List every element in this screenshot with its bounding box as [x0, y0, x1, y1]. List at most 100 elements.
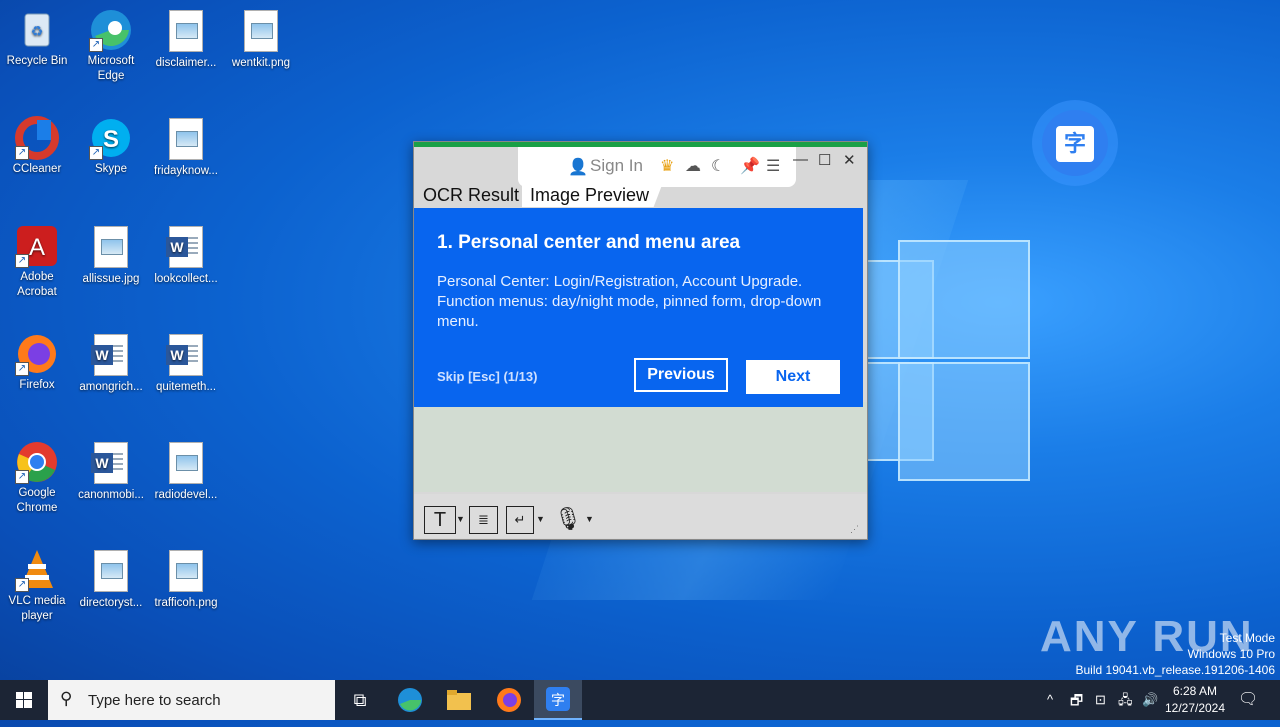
desktop-icon-adobe-acrobat[interactable]: A ↗ Adobe Acrobat — [1, 224, 73, 300]
desktop-icon-label: VLC media player — [8, 595, 66, 622]
skype-icon: S ↗ — [89, 116, 133, 160]
desktop-icon-recycle-bin[interactable]: ♻ Recycle Bin — [1, 8, 73, 69]
desktop-icon-label: trafficoh.png — [154, 597, 218, 609]
minimize-button[interactable]: — — [793, 151, 808, 168]
svg-text:A: A — [29, 234, 45, 261]
tab-bar: OCR Result Image Preview — [414, 185, 867, 207]
taskbar-clock[interactable]: 6:28 AM 12/27/2024 — [1160, 683, 1230, 717]
firefox-icon: ↗ — [15, 332, 59, 376]
desktop-icon-label: quitemeth... — [155, 381, 217, 393]
desktop-icon-label: Microsoft Edge — [87, 55, 135, 82]
desktop-icon-vlc[interactable]: ↗ VLC media player — [1, 548, 73, 624]
desktop-icon-label: allissue.jpg — [82, 273, 140, 285]
desktop-icon-google-chrome[interactable]: ↗ Google Chrome — [1, 440, 73, 516]
image-file-icon — [164, 442, 208, 486]
desktop-icon-label: canonmobi... — [78, 489, 144, 501]
desktop-icon-canonmobi[interactable]: W canonmobi... — [75, 440, 147, 503]
watermark-line: Build 19041.vb_release.191206-1406 — [1075, 663, 1276, 677]
image-file-icon — [164, 10, 208, 54]
night-mode-icon[interactable]: ☾ — [711, 156, 725, 176]
volume-icon[interactable]: 🔊 — [1142, 680, 1158, 720]
desktop-icon-label: Firefox — [19, 379, 55, 391]
desktop-icon-trafficoh[interactable]: trafficoh.png — [150, 548, 222, 611]
taskbar-firefox-icon[interactable] — [485, 680, 533, 720]
desktop-icon-allissue[interactable]: allissue.jpg — [75, 224, 147, 287]
crown-upgrade-icon[interactable]: ♛ — [660, 156, 674, 176]
image-file-icon — [89, 550, 133, 594]
taskbar-search-box[interactable]: ⚲ Type here to search — [48, 680, 335, 720]
desktop-icon-label: wentkit.png — [231, 57, 291, 69]
image-file-icon — [239, 10, 283, 54]
desktop-icon-quitemeth[interactable]: W quitemeth... — [150, 332, 222, 395]
desktop-icon-disclaimer[interactable]: disclaimer... — [150, 8, 222, 71]
desktop-icon-ccleaner[interactable]: ↗ CCleaner — [1, 116, 73, 177]
svg-text:字: 字 — [551, 693, 565, 709]
translate-icon: 字 — [1042, 110, 1108, 176]
windows-wallpaper-logo — [860, 240, 1030, 481]
show-hidden-icons-chevron-icon[interactable]: ^ — [1047, 680, 1053, 720]
next-button[interactable]: Next — [746, 360, 840, 394]
taskbar-file-explorer-icon[interactable] — [435, 680, 483, 720]
desktop-icon-label: lookcollect... — [154, 273, 218, 285]
clock-date: 12/27/2024 — [1164, 701, 1226, 715]
ocr-result-area[interactable] — [414, 402, 867, 492]
tray-translator-icon[interactable]: 🗗 — [1070, 680, 1083, 720]
desktop-icon-firefox[interactable]: ↗ Firefox — [1, 332, 73, 393]
windows-start-icon — [16, 692, 32, 708]
windows-test-mode-watermark: Test Mode Windows 10 Pro Build 19041.vb_… — [1076, 630, 1276, 678]
svg-text:♻: ♻ — [31, 23, 44, 39]
sign-in-link[interactable]: Sign In — [590, 156, 643, 176]
desktop-icon-label: Google Chrome — [16, 487, 58, 514]
ocr-app-window: 👤 Sign In ♛ ☁ ☾ 📌 ☰ — ☐ ✕ OCR Result Ima… — [413, 141, 868, 540]
weather-icon[interactable]: ☁ — [685, 156, 701, 176]
desktop-icon-label: Adobe Acrobat — [17, 271, 57, 298]
task-view-icon[interactable]: ⧉ — [336, 680, 384, 720]
svg-text:S: S — [103, 126, 119, 153]
microphone-icon[interactable]: 🎙 — [554, 506, 582, 532]
wrap-text-icon[interactable]: ↵ — [506, 506, 534, 534]
tab-ocr-result[interactable]: OCR Result — [423, 185, 519, 206]
acrobat-icon: A ↗ — [15, 224, 59, 268]
taskbar: ⚲ Type here to search ⧉ 字 ^ 🗗 ⊡ 🖧 🔊 6:28… — [0, 680, 1280, 720]
skip-tour-link[interactable]: Skip [Esc] (1/13) — [437, 369, 537, 384]
image-file-icon — [164, 118, 208, 162]
menu-icon[interactable]: ☰ — [766, 156, 780, 176]
desktop-icon-microsoft-edge[interactable]: ↗ Microsoft Edge — [75, 8, 147, 84]
watermark-line: Windows 10 Pro — [1187, 647, 1275, 661]
tab-image-preview[interactable]: Image Preview — [530, 185, 649, 206]
resize-grip-icon[interactable]: ⋰ — [850, 524, 859, 535]
desktop-icon-amongrich[interactable]: W amongrich... — [75, 332, 147, 395]
dropdown-arrow-icon[interactable]: ▼ — [456, 514, 465, 524]
previous-button[interactable]: Previous — [634, 358, 728, 392]
dropdown-arrow-icon[interactable]: ▼ — [585, 514, 594, 524]
image-file-icon — [164, 550, 208, 594]
tour-title: 1. Personal center and menu area — [437, 232, 741, 253]
close-button[interactable]: ✕ — [843, 151, 856, 169]
desktop-icon-label: directoryst... — [79, 597, 143, 609]
pin-icon[interactable]: 📌 — [740, 156, 760, 176]
onboarding-tour-popup: 1. Personal center and menu area Persona… — [414, 208, 863, 407]
network-icon[interactable]: 🖧 — [1118, 680, 1133, 720]
word-file-icon: W — [164, 226, 208, 270]
dropdown-arrow-icon[interactable]: ▼ — [536, 514, 545, 524]
desktop-icon-radiodevel[interactable]: radiodevel... — [150, 440, 222, 503]
notifications-icon[interactable]: 🗨 — [1238, 680, 1258, 720]
desktop-icon-skype[interactable]: S ↗ Skype — [75, 116, 147, 177]
desktop-icon-wentkit[interactable]: wentkit.png — [225, 8, 297, 71]
desktop-icon-directoryst[interactable]: directoryst... — [75, 548, 147, 611]
start-button[interactable] — [0, 680, 48, 720]
desktop-icon-lookcollect[interactable]: W lookcollect... — [150, 224, 222, 287]
taskbar-edge-icon[interactable] — [386, 680, 434, 720]
translator-floating-button[interactable]: 字 — [1032, 100, 1118, 186]
text-format-icon[interactable]: ≣ — [469, 506, 498, 534]
taskbar-translator-app-icon[interactable]: 字 — [534, 680, 582, 720]
desktop-icon-label: amongrich... — [79, 381, 143, 393]
word-file-icon: W — [89, 334, 133, 378]
recycle-bin-icon: ♻ — [15, 8, 59, 52]
clock-time: 6:28 AM — [1172, 684, 1218, 698]
tray-app-icon[interactable]: ⊡ — [1095, 680, 1106, 720]
desktop-icon-fridayknow[interactable]: fridayknow... — [150, 116, 222, 179]
maximize-button[interactable]: ☐ — [818, 151, 831, 169]
vlc-icon: ↗ — [15, 548, 59, 592]
text-recognition-icon[interactable]: T — [424, 506, 456, 534]
